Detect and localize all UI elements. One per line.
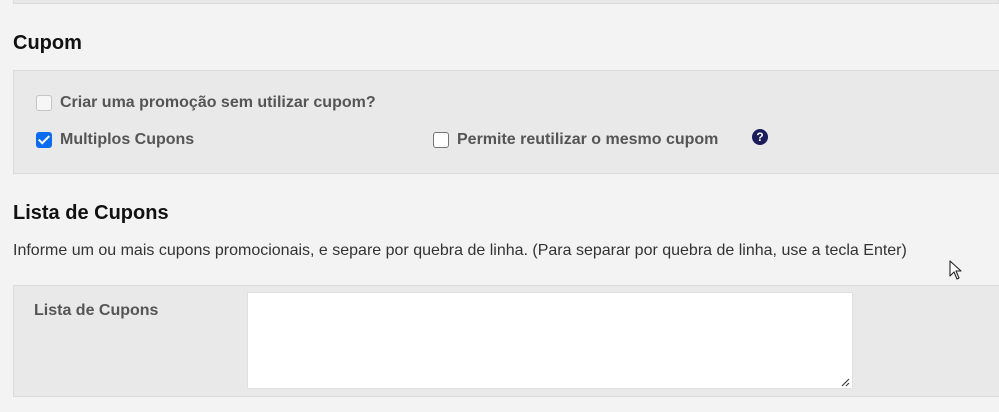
coupon-list-panel: Lista de Cupons bbox=[13, 285, 999, 397]
no-coupon-promotion-label: Criar uma promoção sem utilizar cupom? bbox=[60, 94, 376, 111]
question-circle-icon[interactable]: ? bbox=[752, 129, 768, 145]
cupom-options-panel: Criar uma promoção sem utilizar cupom? M… bbox=[13, 70, 999, 174]
reuse-coupon-checkbox[interactable] bbox=[433, 132, 449, 148]
mouse-cursor-icon bbox=[949, 260, 962, 280]
section-title-lista-cupons: Lista de Cupons bbox=[13, 202, 169, 224]
no-coupon-promotion-checkbox[interactable] bbox=[36, 95, 52, 111]
previous-panel-bottom bbox=[13, 0, 999, 4]
multiple-coupons-label: Multiplos Cupons bbox=[60, 131, 195, 148]
multiple-coupons-option[interactable]: Multiplos Cupons bbox=[36, 131, 194, 149]
coupon-list-textarea[interactable] bbox=[247, 292, 853, 389]
reuse-coupon-option[interactable]: Permite reutilizar o mesmo cupom bbox=[433, 131, 718, 149]
coupon-list-description: Informe um ou mais cupons promocionais, … bbox=[13, 242, 907, 259]
section-title-cupom: Cupom bbox=[13, 32, 82, 54]
reuse-coupon-label: Permite reutilizar o mesmo cupom bbox=[457, 131, 719, 148]
no-coupon-promotion-option[interactable]: Criar uma promoção sem utilizar cupom? bbox=[36, 94, 376, 112]
coupon-list-label: Lista de Cupons bbox=[34, 302, 159, 319]
resize-grip-icon[interactable] bbox=[840, 377, 850, 387]
multiple-coupons-checkbox[interactable] bbox=[36, 132, 52, 148]
